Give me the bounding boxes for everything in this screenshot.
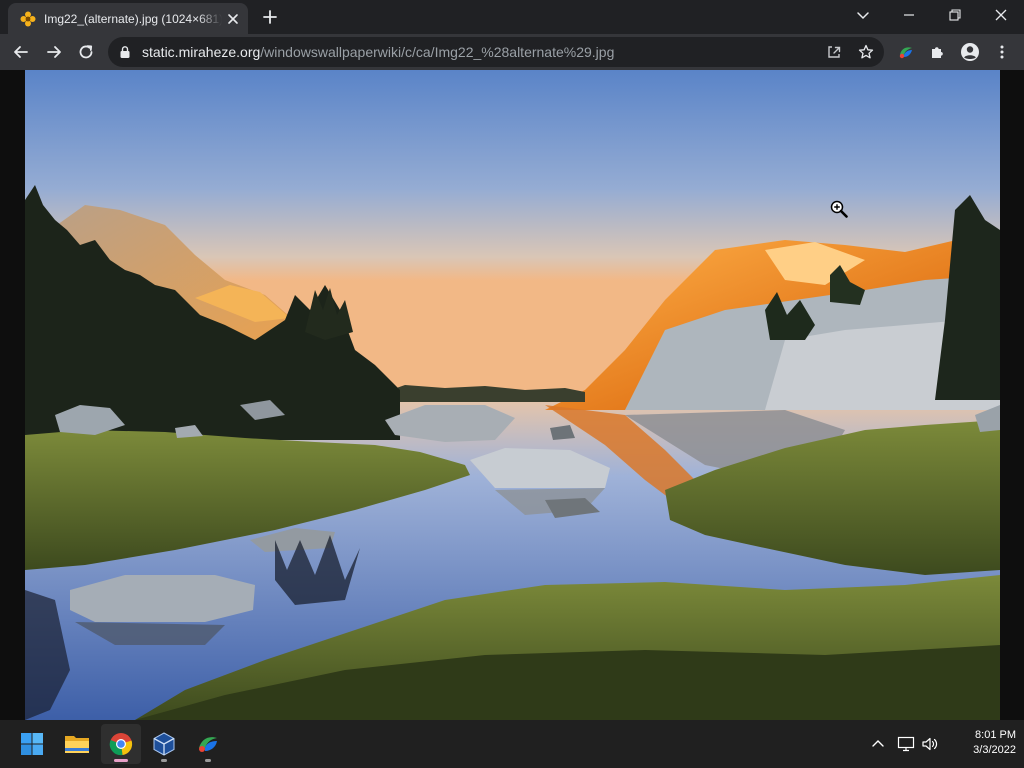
share-icon	[828, 46, 841, 58]
colorful-extension-icon	[899, 47, 912, 59]
arrow-right-icon	[47, 46, 61, 58]
chrome-icon	[109, 733, 133, 756]
url-text[interactable]: static.miraheze.org/windowswallpaperwiki…	[142, 43, 614, 61]
running-app-indicator	[161, 759, 167, 762]
reload-button[interactable]	[72, 38, 100, 66]
page-content	[0, 70, 1024, 720]
kebab-menu-icon	[1000, 45, 1004, 59]
start-button[interactable]	[12, 724, 52, 764]
chrome-menu-button[interactable]	[988, 38, 1016, 66]
network-icon	[897, 736, 915, 752]
tab-search-button[interactable]	[840, 0, 886, 30]
extensions-button[interactable]	[924, 38, 952, 66]
network-button[interactable]	[896, 734, 916, 754]
clock-time: 8:01 PM	[975, 729, 1016, 741]
back-button[interactable]	[7, 38, 35, 66]
restore-button[interactable]	[932, 0, 978, 30]
show-hidden-icons-button[interactable]	[868, 734, 888, 754]
plus-icon[interactable]	[258, 6, 282, 28]
flower-favicon-icon	[20, 11, 36, 27]
reload-icon	[79, 45, 93, 59]
arrow-left-icon	[14, 46, 28, 58]
colorful-extension-button[interactable]	[892, 38, 920, 66]
forward-button[interactable]	[40, 38, 68, 66]
minimize-button[interactable]	[886, 0, 932, 30]
bookmark-button[interactable]	[856, 42, 876, 62]
windows-logo-icon	[21, 733, 43, 755]
clock-date: 3/3/2022	[973, 744, 1016, 756]
share-button[interactable]	[824, 42, 844, 62]
mountain-lake-sunset-photo[interactable]	[25, 70, 1000, 720]
file-explorer-button[interactable]	[57, 724, 97, 764]
volume-icon	[922, 737, 938, 751]
virtualbox-button[interactable]	[144, 724, 184, 764]
close-icon	[995, 9, 1007, 21]
lock-icon[interactable]	[118, 45, 132, 59]
browser-toolbar: static.miraheze.org/windowswallpaperwiki…	[0, 34, 1024, 70]
running-app-indicator	[205, 759, 211, 762]
address-bar[interactable]: static.miraheze.org/windowswallpaperwiki…	[108, 37, 884, 67]
tab-strip: Img22_(alternate).jpg (1024×681)	[0, 0, 1024, 34]
virtualbox-icon	[153, 732, 175, 756]
puzzle-icon	[932, 47, 943, 58]
url-host: static.miraheze.org	[142, 44, 261, 60]
folder-icon	[65, 736, 89, 753]
browser-tab[interactable]: Img22_(alternate).jpg (1024×681)	[8, 3, 248, 34]
profile-button[interactable]	[956, 38, 984, 66]
volume-button[interactable]	[920, 734, 940, 754]
tab-title: Img22_(alternate).jpg (1024×681)	[44, 10, 222, 28]
windows-taskbar: 8:01 PM 3/3/2022	[0, 720, 1024, 768]
restore-icon	[949, 9, 961, 21]
tab-close-icon[interactable]	[224, 10, 242, 28]
chrome-taskbar-button[interactable]	[101, 724, 141, 764]
star-icon	[858, 44, 874, 59]
minimize-icon	[904, 14, 914, 16]
url-path: /windowswallpaperwiki/c/ca/Img22_%28alte…	[260, 44, 615, 60]
chevron-up-icon	[872, 740, 884, 747]
active-app-indicator	[114, 759, 128, 762]
system-clock[interactable]: 8:01 PM 3/3/2022	[944, 728, 1016, 758]
colorful-app-icon	[199, 737, 217, 752]
profile-icon	[961, 43, 979, 61]
colorful-app-button[interactable]	[188, 724, 228, 764]
zoom-in-cursor-icon	[830, 200, 848, 218]
chevron-down-icon	[857, 12, 869, 20]
close-window-button[interactable]	[978, 0, 1024, 30]
